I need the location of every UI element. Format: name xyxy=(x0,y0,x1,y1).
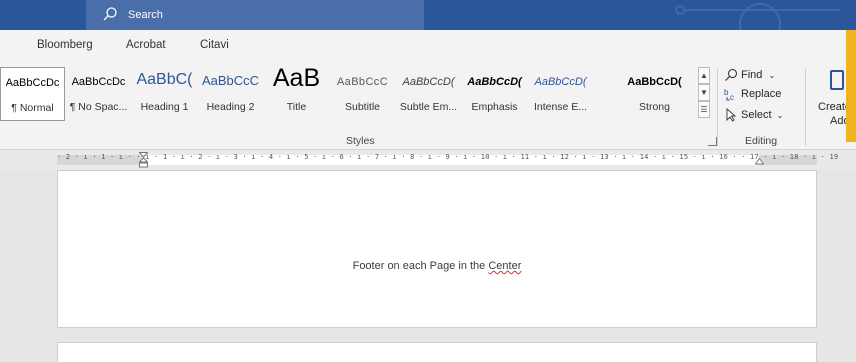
style-sample: AaBbCcDc xyxy=(71,76,126,88)
footer-text[interactable]: Footer on each Page in the Center xyxy=(58,260,816,272)
search-icon xyxy=(103,7,117,21)
style-name: Strong xyxy=(639,101,670,113)
style-heading-1[interactable]: AaBbC( Heading 1 xyxy=(132,67,197,121)
tab-bloomberg[interactable]: Bloomberg xyxy=(37,39,93,51)
right-indent-marker-icon[interactable] xyxy=(755,158,764,166)
style-sample: AaBbC( xyxy=(136,71,193,88)
ruler-scale: · 2 · ı · 1 · ı · · ı · 1 · ı · 2 · ı · … xyxy=(57,153,839,161)
style-intense-emphasis[interactable]: AaBbCcD( Intense E... xyxy=(528,67,593,121)
tab-citavi[interactable]: Citavi xyxy=(200,39,229,51)
spelling-flagged-word: Center xyxy=(488,260,522,272)
search-box[interactable]: Search xyxy=(86,0,424,30)
styles-group-label: Styles xyxy=(346,135,375,147)
style-sample: AaBbCcD( xyxy=(402,76,455,88)
style-emphasis[interactable]: AaBbCcD( Emphasis xyxy=(462,67,527,121)
chevron-down-icon: ⌄ xyxy=(776,110,784,120)
style-name: ¶ Normal xyxy=(11,102,54,114)
divider xyxy=(717,68,718,146)
gallery-scroll-up-button[interactable]: ▲ xyxy=(698,67,710,84)
style-name: Intense E... xyxy=(533,101,588,113)
select-button[interactable]: Select ⌄ xyxy=(724,108,783,122)
svg-text:b: b xyxy=(724,88,729,97)
more-styles-icon: ☰ xyxy=(700,105,708,114)
gallery-more-button[interactable]: ☰ xyxy=(698,101,710,118)
style-name: Heading 2 xyxy=(206,101,255,113)
footer-text-prefix: Footer on each Page in the xyxy=(352,260,489,272)
replace-label: Replace xyxy=(741,87,782,100)
cursor-arrow-icon xyxy=(726,108,737,122)
style-sample: AaBbCcC xyxy=(336,76,389,88)
chevron-up-icon: ▲ xyxy=(700,71,708,80)
title-bar: Search xyxy=(0,0,856,30)
search-label: Search xyxy=(128,9,163,21)
ribbon-tabs: Bloomberg Acrobat Citavi xyxy=(0,30,856,62)
chevron-down-icon: ⌄ xyxy=(768,70,776,80)
find-button[interactable]: Find ⌄ xyxy=(724,68,775,82)
style-no-spacing[interactable]: AaBbCcDc ¶ No Spac... xyxy=(66,67,131,121)
style-name: ¶ No Spac... xyxy=(69,101,128,113)
find-label: Find xyxy=(741,68,763,81)
style-name: Title xyxy=(286,101,307,113)
find-icon xyxy=(725,68,738,81)
style-sample: AaBbCcD( xyxy=(467,76,522,88)
divider xyxy=(805,68,806,146)
style-name: Emphasis xyxy=(471,101,518,113)
style-subtle-emphasis[interactable]: AaBbCcD( Subtle Em... xyxy=(396,67,461,121)
style-sample: AaB xyxy=(272,64,321,92)
indent-marker-icon[interactable] xyxy=(139,152,148,168)
svg-text:c: c xyxy=(730,93,734,101)
dialog-launcher-icon[interactable] xyxy=(708,137,717,146)
horizontal-ruler[interactable]: · 2 · ı · 1 · ı · · ı · 1 · ı · 2 · ı · … xyxy=(0,150,856,170)
style-sample: AaBbCcD( xyxy=(627,76,682,88)
style-heading-2[interactable]: AaBbCcC Heading 2 xyxy=(198,67,263,121)
document-page[interactable]: Footer on each Page in the Center xyxy=(57,170,817,328)
style-sample: AaBbCcD( xyxy=(534,76,587,88)
replace-button[interactable]: b c Replace xyxy=(724,87,782,102)
style-name: Heading 1 xyxy=(140,101,189,113)
style-normal[interactable]: AaBbCcDc ¶ Normal xyxy=(0,67,65,121)
select-label: Select xyxy=(741,108,772,121)
ribbon-home: AaBbCcDc ¶ Normal AaBbCcDc ¶ No Spac... … xyxy=(0,62,856,150)
style-title[interactable]: AaB Title xyxy=(264,64,329,121)
adobe-pdf-icon xyxy=(830,70,844,90)
document-page-next[interactable] xyxy=(57,342,817,362)
style-name: Subtle Em... xyxy=(399,101,458,113)
editing-group-label: Editing xyxy=(745,135,778,147)
style-sample: AaBbCcC xyxy=(201,73,260,88)
style-strong[interactable]: AaBbCcD( Strong xyxy=(622,67,687,121)
accent-bar xyxy=(846,30,856,142)
gallery-scroll-down-button[interactable]: ▼ xyxy=(698,84,710,101)
style-sample: AaBbCcDc xyxy=(5,77,60,89)
decorative-pattern xyxy=(675,3,840,30)
style-name: Subtitle xyxy=(344,101,381,113)
replace-icon: b c xyxy=(724,88,734,102)
style-subtitle[interactable]: AaBbCcC Subtitle xyxy=(330,67,395,121)
tab-acrobat[interactable]: Acrobat xyxy=(126,39,166,51)
chevron-down-icon: ▼ xyxy=(700,88,708,97)
